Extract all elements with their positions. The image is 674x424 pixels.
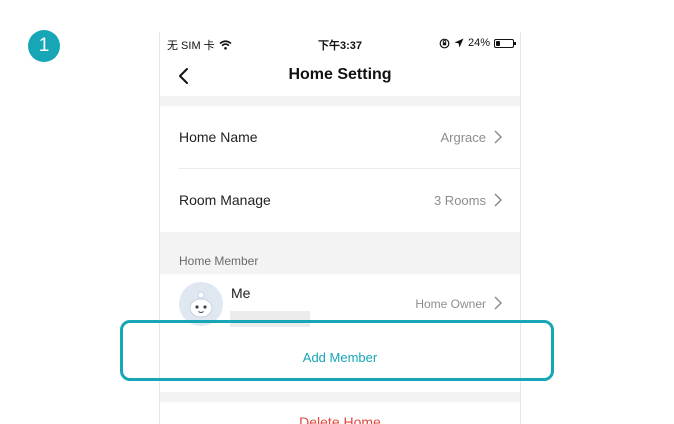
step-number-badge: 1 <box>28 30 60 62</box>
battery-icon <box>494 38 516 48</box>
page-title: Home Setting <box>288 66 392 83</box>
room-manage-label: Room Manage <box>179 192 271 208</box>
chevron-right-icon <box>494 193 503 207</box>
room-manage-row[interactable]: Room Manage 3 Rooms <box>160 169 520 232</box>
chevron-right-icon <box>494 296 503 310</box>
home-member-header: Home Member <box>179 254 259 268</box>
location-arrow-icon <box>454 38 464 48</box>
status-right: 24% <box>439 37 516 49</box>
home-name-label: Home Name <box>179 129 258 145</box>
member-name: Me <box>231 285 251 301</box>
member-role: Home Owner <box>415 297 486 311</box>
home-settings-section: Home Name Argrace Room Manage 3 Rooms <box>160 106 520 232</box>
delete-home-row[interactable]: Delete Home <box>160 402 520 424</box>
room-count-value: 3 Rooms <box>433 193 486 208</box>
orientation-lock-icon <box>439 38 450 48</box>
battery-percent: 24% <box>467 37 490 49</box>
status-bar: 无 SIM 卡 下午3:37 24% <box>160 32 520 56</box>
nav-bar: Home Setting <box>160 56 520 96</box>
delete-home-button[interactable]: Delete Home <box>160 414 520 424</box>
chevron-right-icon <box>494 130 503 144</box>
home-name-row[interactable]: Home Name Argrace <box>160 106 520 169</box>
add-member-highlight <box>120 320 554 381</box>
battery-fill <box>496 40 500 46</box>
battery-tip <box>514 41 516 45</box>
home-name-value: Argrace <box>440 130 486 145</box>
